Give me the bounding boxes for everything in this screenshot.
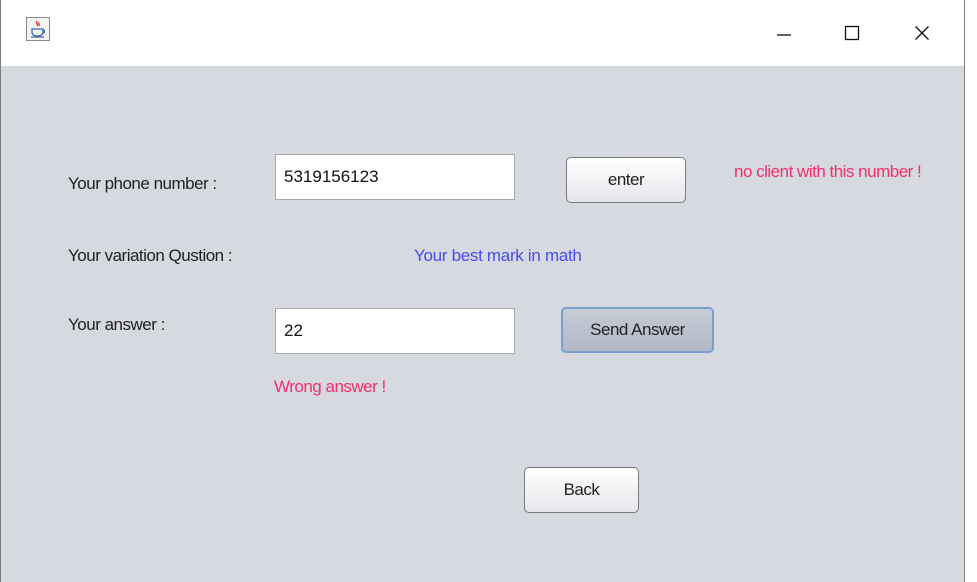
maximize-icon [844,25,860,41]
phone-number-label: Your phone number : [68,174,217,193]
form-panel: Your phone number : enter no client with… [1,66,964,582]
java-cup-icon [26,17,50,41]
variation-question-label: Your variation Qustion : [68,246,233,265]
phone-number-input[interactable] [275,154,515,200]
answer-input[interactable] [275,308,515,354]
minimize-button[interactable] [753,0,815,66]
send-answer-button[interactable]: Send Answer [561,307,714,353]
back-button[interactable]: Back [524,467,639,513]
answer-label: Your answer : [68,315,165,334]
phone-error-message: no client with this number ! [734,162,922,181]
enter-button[interactable]: enter [566,157,686,203]
close-icon [915,26,929,40]
minimize-icon [777,34,791,36]
maximize-button[interactable] [821,0,883,66]
app-window: Your phone number : enter no client with… [0,0,965,582]
title-bar[interactable] [1,0,964,66]
close-button[interactable] [891,0,953,66]
answer-error-message: Wrong answer ! [274,377,386,396]
variation-question-text: Your best mark in math [414,246,582,265]
